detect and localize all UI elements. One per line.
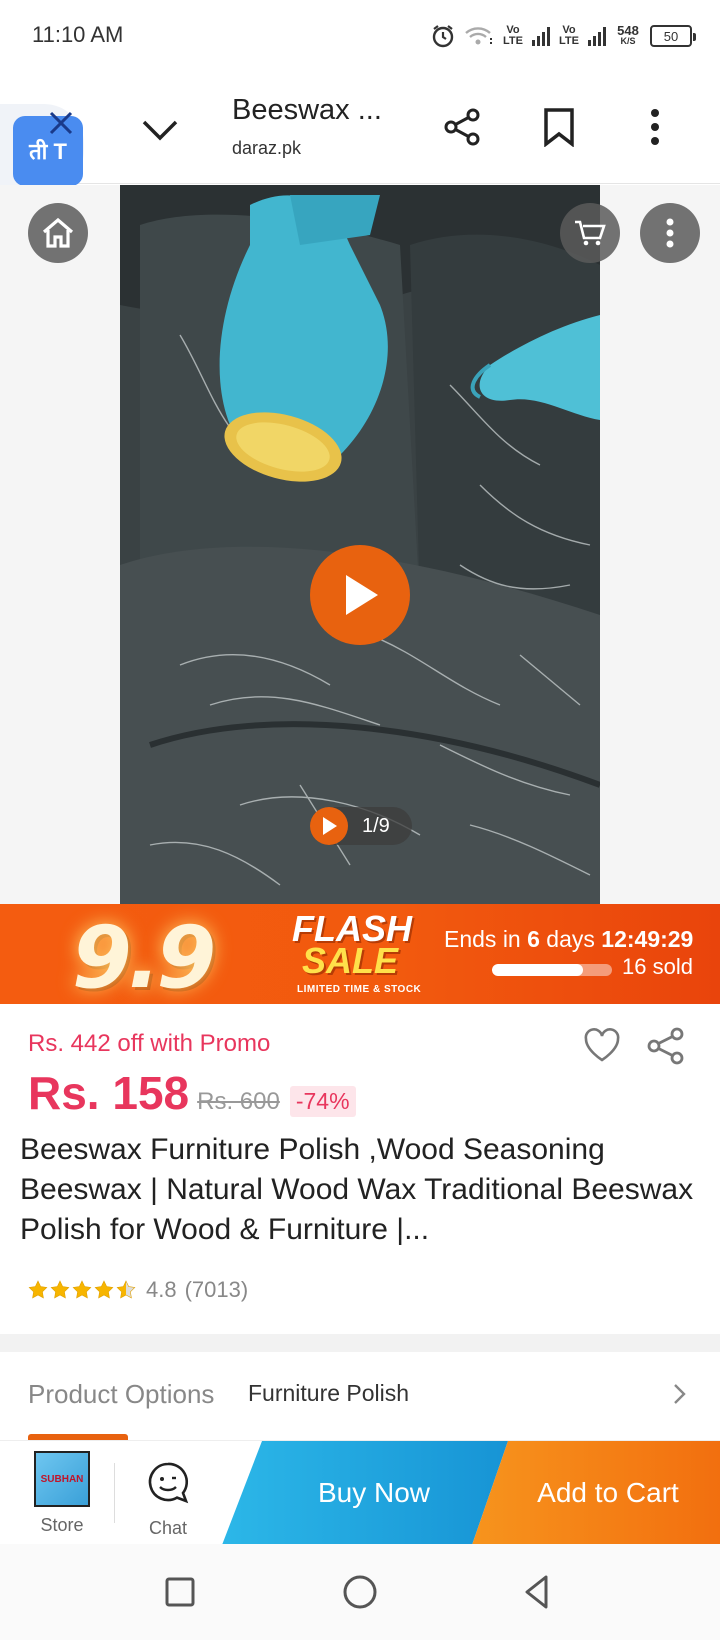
sold-progress-fill: [492, 964, 584, 976]
action-separator: [114, 1463, 115, 1523]
network-type-2: Vo LTE: [559, 24, 579, 47]
heart-icon[interactable]: [582, 1026, 626, 1070]
bottom-action-bar: SUBHAN Store Chat Buy Now Add to Cart: [0, 1440, 720, 1545]
section-divider: [0, 1334, 720, 1352]
flash-sale-subtitle: LIMITED TIME & STOCK: [297, 984, 422, 995]
product-options-value: Furniture Polish: [248, 1380, 410, 1406]
data-speed: 548 K/S: [614, 23, 642, 47]
play-video-icon[interactable]: [310, 545, 410, 645]
media-counter-text: 1/9: [362, 814, 390, 837]
store-logo-text: SUBHAN: [40, 1473, 84, 1485]
chat-button[interactable]: Chat: [128, 1461, 208, 1541]
rating-count: (7013): [184, 1277, 249, 1302]
flash-sale-countdown: Ends in 6 days 12:49:29: [444, 926, 693, 953]
chat-icon: [146, 1462, 190, 1509]
add-to-cart-button[interactable]: Add to Cart: [472, 1441, 720, 1545]
chat-label: Chat: [148, 1518, 188, 1538]
star-icon: [116, 1280, 136, 1299]
sold-count: 16 sold: [622, 954, 693, 979]
more-options-icon[interactable]: [640, 203, 700, 263]
system-nav-bar: [0, 1544, 720, 1640]
store-logo: SUBHAN: [34, 1451, 90, 1507]
more-vertical-icon[interactable]: [630, 102, 680, 152]
star-icon: [50, 1280, 70, 1299]
star-icon: [72, 1280, 92, 1299]
flash-sale-number: 9.9: [72, 908, 216, 1004]
product-options-row[interactable]: Product Options Furniture Polish: [0, 1352, 720, 1436]
rating-value: 4.8: [146, 1277, 177, 1302]
wifi-icon: [464, 24, 494, 48]
product-title: Beeswax Furniture Polish ,Wood Seasoning…: [20, 1133, 694, 1246]
data-speed-value: 548: [617, 23, 639, 38]
buy-now-label: Buy Now: [317, 1477, 431, 1508]
chevron-right-icon: [668, 1380, 692, 1408]
recent-apps-icon[interactable]: [158, 1570, 202, 1614]
countdown-time: 12:49:29: [601, 926, 694, 952]
flash-sale-banner[interactable]: 9.9 FLASH SALE LIMITED TIME & STOCK Ends…: [0, 904, 720, 1004]
network-type-1: Vo LTE: [503, 24, 523, 47]
store-label: Store: [40, 1515, 84, 1535]
countdown-days: 6: [527, 926, 540, 952]
star-icon: [28, 1280, 48, 1299]
share-icon[interactable]: [646, 1026, 690, 1070]
back-icon[interactable]: [516, 1570, 560, 1614]
countdown-days-label: days: [546, 926, 595, 952]
add-to-cart-label: Add to Cart: [537, 1477, 679, 1508]
status-bar: 11:10 AM Vo LTE Vo LTE 548 K/S 50: [0, 0, 720, 72]
current-price: Rs. 158: [28, 1067, 190, 1119]
rating-row[interactable]: 4.8 (7013): [28, 1277, 248, 1303]
countdown-prefix: Ends in: [444, 926, 521, 952]
rating-stars: [28, 1280, 136, 1300]
alarm-icon: [430, 23, 456, 49]
media-counter: 1/9: [310, 807, 412, 845]
promo-text[interactable]: Rs. 442 off with Promo: [28, 1030, 270, 1058]
product-options-label: Product Options: [28, 1379, 215, 1409]
signal-icon: [588, 26, 606, 46]
home-nav-icon[interactable]: [338, 1570, 382, 1614]
battery-level: 50: [663, 28, 679, 44]
star-icon: [94, 1280, 114, 1299]
translate-close-icon[interactable]: [46, 108, 76, 138]
product-media[interactable]: 1/9: [0, 185, 720, 904]
buy-now-button[interactable]: Buy Now: [222, 1441, 508, 1545]
signal-icon: [532, 26, 550, 46]
page-title: Beeswax ...: [232, 94, 382, 126]
price-row: Rs. 158 Rs. 600 -74%: [28, 1066, 356, 1120]
share-icon[interactable]: [438, 102, 488, 152]
bookmark-icon[interactable]: [534, 102, 584, 152]
translate-label: ती T: [29, 139, 67, 164]
home-icon[interactable]: [28, 203, 88, 263]
flash-sale-word2: SALE: [302, 940, 399, 981]
discount-badge: -74%: [289, 1086, 356, 1117]
status-time: 11:10 AM: [32, 22, 124, 47]
cart-icon[interactable]: [560, 203, 620, 263]
chevron-down-icon[interactable]: [138, 108, 182, 152]
browser-header: ती T Beeswax ... daraz.pk: [0, 72, 720, 190]
page-domain: daraz.pk: [232, 138, 302, 158]
play-small-icon[interactable]: [310, 807, 348, 845]
status-icons: Vo LTE Vo LTE 548 K/S 50: [430, 18, 696, 54]
original-price: Rs. 600: [197, 1088, 280, 1115]
battery-icon: 50: [650, 25, 696, 47]
sold-progress-bar: [492, 964, 612, 976]
store-button[interactable]: SUBHAN Store: [22, 1451, 102, 1541]
